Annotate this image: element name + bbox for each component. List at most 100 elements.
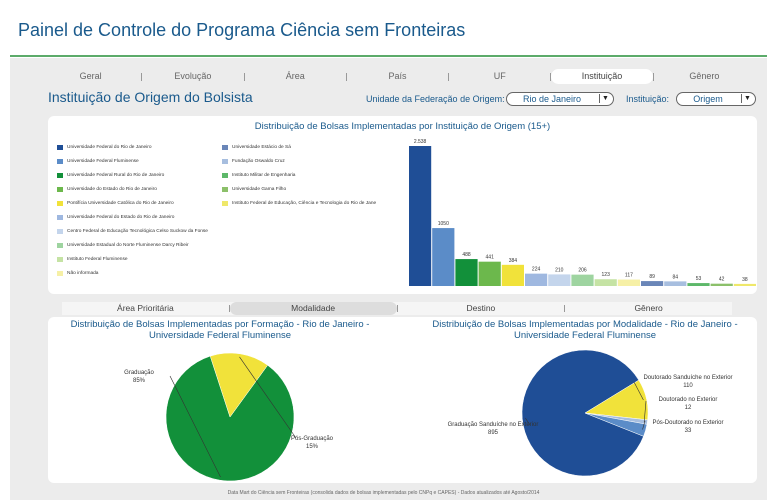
bar xyxy=(594,279,617,286)
legend-label: Universidade Federal do Rio de Janeiro xyxy=(67,145,152,150)
bar-value-label: 89 xyxy=(649,274,655,280)
legend-label: Pontifícia Universidade Católica do Rio … xyxy=(67,201,174,206)
tab-area-prioritaria[interactable]: Área Prioritária xyxy=(62,302,229,315)
pie-slice-value: 12 xyxy=(685,405,692,411)
bar-value-label: 84 xyxy=(673,274,679,280)
legend-swatch xyxy=(57,257,63,262)
dropdown-arrow-icon[interactable]: ▼ xyxy=(599,94,611,103)
bar xyxy=(409,146,432,286)
main-nav: Geral Evolução Área País UF Instituição … xyxy=(40,69,755,84)
tab-genero-secondary[interactable]: Gênero xyxy=(565,302,732,315)
pie2-title: Distribuição de Bolsas Implementadas por… xyxy=(432,319,738,341)
bar-value-label: 384 xyxy=(509,258,518,264)
bar-value-label: 123 xyxy=(602,272,611,278)
pie-chart-formacao: Graduação 85% Pós-Graduação 15% xyxy=(124,352,334,482)
legend-label: Instituto Federal de Educação, Ciência e… xyxy=(232,201,377,206)
bar-value-label: 42 xyxy=(719,277,725,283)
uf-filter-label: Unidade da Federação de Origem: xyxy=(366,94,505,104)
bar-value-label: 53 xyxy=(696,276,702,282)
pie-slice-label: Graduação Sanduíche no Exterior xyxy=(448,422,539,428)
legend-label: Universidade Federal do Estado do Rio de… xyxy=(67,215,175,220)
pie-slice-value: 895 xyxy=(488,430,499,436)
pie-slice-value: 110 xyxy=(683,383,693,389)
legend-label: Universidade Estácio de Sá xyxy=(232,145,291,150)
bar-value-label: 2.538 xyxy=(414,139,427,145)
inst-filter-label: Instituição: xyxy=(626,94,670,104)
legend-swatch xyxy=(222,173,228,178)
bar xyxy=(571,274,594,286)
legend-swatch xyxy=(57,187,63,192)
legend-swatch xyxy=(222,159,228,164)
inst-select[interactable]: Origem ▼ xyxy=(676,92,756,106)
pie-slice-value: 85% xyxy=(133,378,146,384)
tab-uf[interactable]: UF xyxy=(449,69,550,84)
bar-value-label: 117 xyxy=(625,273,633,279)
legend-swatch xyxy=(57,271,63,276)
legend-label: Universidade Federal Rural do Rio de Jan… xyxy=(67,173,165,178)
pie-slice-value: 15% xyxy=(306,444,319,450)
legend-label: Instituto Militar de Engenharia xyxy=(232,173,296,178)
bar xyxy=(733,283,756,286)
bar xyxy=(501,264,524,286)
pie-slice-label: Graduação xyxy=(124,370,154,376)
legend-label: Centro Federal de Educação Tecnológica C… xyxy=(67,229,208,234)
legend-label: Universidade Federal Fluminense xyxy=(67,159,139,164)
inst-select-value: Origem xyxy=(693,94,723,104)
bar xyxy=(641,281,664,286)
bar-value-label: 488 xyxy=(462,252,471,258)
secondary-tabs: Área Prioritária Modalidade Destino Gêne… xyxy=(62,302,732,315)
pie-slice-label: Pós-Doutorado no Exterior xyxy=(652,420,723,426)
bar xyxy=(455,259,478,286)
bar xyxy=(548,274,571,286)
bar-chart-title: Distribuição de Bolsas Implementadas por… xyxy=(254,121,551,132)
dropdown-arrow-icon[interactable]: ▼ xyxy=(741,94,753,103)
page-title: Painel de Controle do Programa Ciência s… xyxy=(18,20,466,40)
section-title: Instituição de Origem do Bolsista xyxy=(48,89,253,105)
legend-label: Não informada xyxy=(67,271,99,276)
legend-swatch xyxy=(222,145,228,150)
tab-evolucao[interactable]: Evolução xyxy=(142,69,243,84)
legend-swatch xyxy=(57,229,63,234)
pie-slice-label: Pós-Graduação xyxy=(291,436,334,442)
legend-label: Universidade Estadual do Norte Fluminens… xyxy=(67,243,189,248)
legend-swatch xyxy=(57,173,63,178)
pie-slice-label: Doutorado Sanduíche no Exterior xyxy=(643,375,732,381)
tab-genero[interactable]: Gênero xyxy=(654,69,755,84)
legend-label: Fundação Oswaldo Cruz xyxy=(232,159,285,164)
bar xyxy=(525,273,548,286)
bar xyxy=(478,261,501,286)
bar-value-label: 1050 xyxy=(438,221,449,227)
bar xyxy=(710,283,733,286)
bar-value-label: 224 xyxy=(532,267,541,273)
bar xyxy=(432,228,455,286)
legend-swatch xyxy=(222,187,228,192)
legend-label: Instituto Federal Fluminense xyxy=(67,257,128,262)
legend-label: Universidade do Estado do Rio de Janeiro xyxy=(67,187,157,192)
bar-value-label: 38 xyxy=(742,277,748,283)
legend-label: Universidade Gama Filho xyxy=(232,187,287,192)
pie1-title: Distribuição de Bolsas Implementadas por… xyxy=(70,319,370,341)
legend-swatch xyxy=(57,243,63,248)
bar xyxy=(687,283,710,286)
legend-swatch xyxy=(57,159,63,164)
tab-pais[interactable]: País xyxy=(347,69,448,84)
tab-geral[interactable]: Geral xyxy=(40,69,141,84)
pie-chart-modalidade: Graduação Sanduíche no Exterior 895 Doutor… xyxy=(448,349,733,477)
bar xyxy=(664,281,687,286)
uf-select[interactable]: Rio de Janeiro ▼ xyxy=(506,92,614,106)
title-divider xyxy=(10,55,767,57)
tab-destino[interactable]: Destino xyxy=(398,302,565,315)
legend-swatch xyxy=(57,215,63,220)
tab-modalidade[interactable]: Modalidade xyxy=(229,302,397,315)
uf-select-value: Rio de Janeiro xyxy=(522,94,582,104)
pie-slice-value: 33 xyxy=(685,428,692,434)
bar-chart: 2.538 1050 488 441 384 224 210 206 123 117 89 84 53 4… xyxy=(409,139,756,286)
pie-slice-label: Doutorado no Exterior xyxy=(659,397,718,403)
legend-swatch xyxy=(57,145,63,150)
tab-instituicao[interactable]: Instituição xyxy=(551,69,653,84)
bar-value-label: 206 xyxy=(578,268,587,274)
tab-area[interactable]: Área xyxy=(245,69,346,84)
bar-value-label: 441 xyxy=(486,255,495,261)
bar xyxy=(617,279,640,286)
footer-note: Data Mart do Ciência sem Fronteiras (con… xyxy=(227,490,540,496)
